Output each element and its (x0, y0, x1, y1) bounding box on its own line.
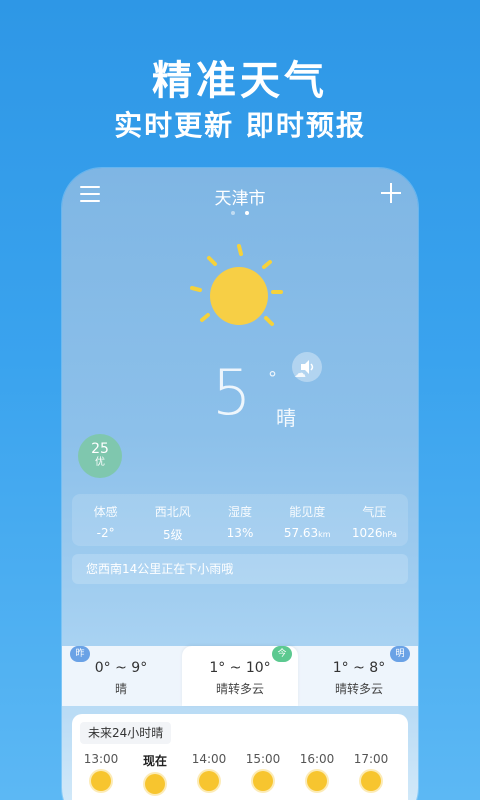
hourly-title: 未来24小时晴 (80, 722, 172, 744)
hour-label: 现在 (142, 754, 167, 768)
hour-label: 13:00 (83, 752, 119, 766)
hourly-forecast-card: 未来24小时晴 13:00 现在 14:00 15:00 16:00 17:00 (72, 714, 408, 800)
promo-subtitle: 实时更新 即时预报 (114, 109, 366, 142)
daily-forecast-strip: 昨 0° ~ 9° 晴 今 1° ~ 10° 晴转多云 明 1° ~ 8° 晴转… (62, 646, 418, 706)
hour-item[interactable]: 17:00 (346, 752, 396, 791)
stat-number: 57.63 (283, 526, 319, 540)
day-temp-range: 0° ~ 9° (94, 660, 148, 676)
day-condition: 晴 (114, 682, 127, 696)
weather-stats-panel: 体感 -2° 西北风 5级 湿度 13% 能见度 57.63km 气压 1026… (72, 494, 408, 546)
day-tag: 明 (390, 646, 410, 662)
stat-unit: km (318, 530, 331, 539)
day-condition: 晴转多云 (334, 682, 383, 696)
stat-label: 湿度 (228, 505, 253, 519)
aqi-level: 优 (95, 457, 105, 468)
stat-label: 体感 (93, 505, 118, 519)
day-temp-range: 1° ~ 10° (209, 660, 271, 676)
stat-feels-like: 体感 -2° (72, 494, 139, 546)
current-temperature: 5 (212, 356, 252, 429)
hour-item[interactable]: 13:00 (76, 752, 126, 791)
stat-unit: hPa (382, 530, 397, 539)
stat-label: 西北风 (154, 505, 191, 519)
stat-label: 气压 (362, 505, 387, 519)
hour-label: 15:00 (245, 752, 281, 766)
stat-number: 1026 (351, 526, 383, 540)
current-condition: 晴 (276, 406, 296, 430)
hour-label: 14:00 (191, 752, 227, 766)
sun-icon (199, 771, 219, 791)
stat-visibility: 能见度 57.63km (274, 494, 341, 546)
cloud-icon: ☁ (294, 366, 306, 380)
stat-value: -2° (96, 526, 115, 540)
stat-value: 57.63km (274, 526, 341, 540)
day-condition: 晴转多云 (215, 682, 264, 696)
stat-label: 能见度 (289, 505, 326, 519)
stat-humidity: 湿度 13% (206, 494, 273, 546)
stat-value: 13% (226, 526, 254, 540)
aqi-value: 25 (91, 441, 109, 457)
top-bar: 天津市 (62, 182, 418, 215)
hour-label: 16:00 (299, 752, 335, 766)
phone-frame: 天津市 ☁ 5 ° 晴 25 优 体感 -2° 西北风 5级 湿度 13% 能见… (62, 168, 418, 800)
hour-label: 17:00 (353, 752, 389, 766)
day-temp-range: 1° ~ 8° (332, 660, 386, 676)
sun-icon (253, 771, 273, 791)
sun-icon (307, 771, 327, 791)
sun-icon (91, 771, 111, 791)
stat-pressure: 气压 1026hPa (341, 494, 408, 546)
hour-item[interactable]: 16:00 (292, 752, 342, 791)
stat-value: 1026hPa (341, 526, 408, 540)
sun-icon (361, 771, 381, 791)
sun-icon (145, 774, 165, 794)
page-dot-active (244, 211, 249, 215)
day-yesterday[interactable]: 昨 0° ~ 9° 晴 (62, 646, 180, 706)
stat-value: 5级 (162, 528, 183, 542)
promo-title: 精准天气 (152, 58, 328, 104)
add-icon[interactable] (380, 182, 402, 204)
precipitation-alert[interactable]: 您西南14公里正在下小雨哦 (72, 554, 408, 584)
sun-icon (190, 244, 283, 326)
hour-item[interactable]: 15:00 (238, 752, 288, 791)
page-dot (231, 211, 236, 215)
hour-item-now[interactable]: 现在 (130, 752, 180, 794)
aqi-badge[interactable]: 25 优 (78, 434, 122, 478)
hour-item[interactable]: 14:00 (184, 752, 234, 791)
day-today[interactable]: 今 1° ~ 10° 晴转多云 (182, 646, 298, 706)
page-indicator (62, 208, 418, 215)
stat-wind: 西北风 5级 (139, 494, 206, 546)
day-tag: 今 (272, 646, 292, 662)
temperature-degree-symbol: ° (268, 368, 277, 389)
day-tomorrow[interactable]: 明 1° ~ 8° 晴转多云 (300, 646, 418, 706)
day-tag: 昨 (70, 646, 90, 662)
